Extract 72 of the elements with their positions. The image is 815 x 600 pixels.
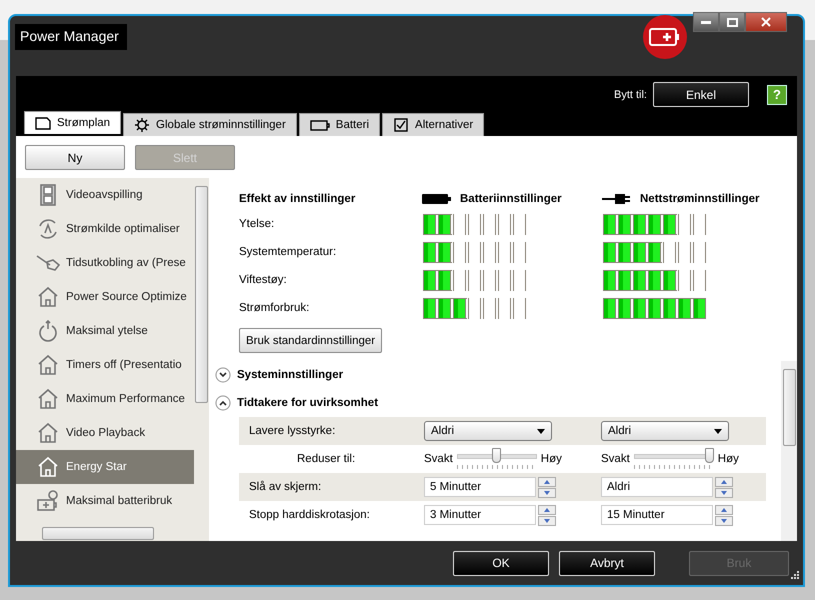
battery-logo-icon xyxy=(642,14,688,60)
slider-high-label: Høy xyxy=(540,453,562,465)
slider-high-label: Høy xyxy=(718,453,739,465)
number-field[interactable]: Aldri xyxy=(601,477,713,497)
plan-item[interactable]: Power Source Optimize xyxy=(16,280,194,314)
plan-item[interactable]: Video Playback xyxy=(16,416,194,450)
window-title: Power Manager xyxy=(15,24,127,50)
minimize-icon xyxy=(701,20,711,24)
plan-item[interactable]: Timers off (Presentatio xyxy=(16,348,194,382)
tab[interactable]: Alternativer xyxy=(382,113,484,136)
house-icon xyxy=(36,285,60,309)
house-icon xyxy=(36,387,60,411)
plan-item[interactable]: Maksimal batteribruk xyxy=(16,484,194,518)
maximize-button[interactable] xyxy=(719,12,745,32)
maximize-icon xyxy=(726,18,738,26)
dropdown[interactable]: Aldri xyxy=(601,421,729,441)
dialog-button[interactable]: OK xyxy=(453,550,549,576)
brightness-slider[interactable] xyxy=(634,448,714,470)
expand-icon xyxy=(215,367,231,383)
setting-label: Slå av skjerm: xyxy=(249,481,322,493)
ac-heading: Nettstrøminnstillinger xyxy=(640,193,760,205)
number-field[interactable]: 5 Minutter xyxy=(424,477,536,497)
resize-grip-icon[interactable] xyxy=(789,571,799,581)
section-header[interactable]: Tidtakere for uvirksomhet xyxy=(215,389,781,417)
house-icon xyxy=(36,455,60,479)
plan-item[interactable]: Videoavspilling xyxy=(16,178,194,212)
page-icon xyxy=(35,116,51,130)
plan-item[interactable]: Tidsutkobling av (Prese xyxy=(16,246,194,280)
tab[interactable]: Globale strøminnstillinger xyxy=(123,113,297,136)
battery-clock-icon xyxy=(36,489,60,513)
plan-item[interactable]: Strømkilde optimaliser xyxy=(16,212,194,246)
house-icon xyxy=(36,421,60,445)
setting-label: Lavere lysstyrke: xyxy=(249,425,336,437)
reset-defaults-button[interactable]: Bruk standardinnstillinger xyxy=(239,328,382,353)
effect-label: Viftestøy: xyxy=(239,274,288,286)
battery-icon xyxy=(422,194,452,204)
scrollbar[interactable] xyxy=(781,361,797,541)
number-field[interactable]: 3 Minutter xyxy=(424,505,536,525)
effect-label: Strømforbruk: xyxy=(239,302,310,314)
plug-icon xyxy=(602,194,632,204)
number-field[interactable]: 15 Minutter xyxy=(601,505,713,525)
collapse-icon xyxy=(215,395,231,411)
minimize-button[interactable] xyxy=(693,12,719,32)
effect-label: Systemtemperatur: xyxy=(239,246,338,258)
switch-mode-button[interactable]: Enkel xyxy=(653,82,749,107)
plan-item[interactable]: Energy Star xyxy=(16,450,194,484)
dropdown[interactable]: Aldri xyxy=(424,421,552,441)
switch-label: Bytt til: xyxy=(614,88,647,100)
setting-label: Reduser til: xyxy=(296,453,356,465)
plan-item[interactable]: Maximum Performance xyxy=(16,382,194,416)
dialog-button[interactable]: Avbryt xyxy=(559,550,655,576)
slider-low-label: Svakt xyxy=(601,453,630,465)
close-icon xyxy=(761,17,771,27)
plan-item[interactable]: Maksimal ytelse xyxy=(16,314,194,348)
house-icon xyxy=(36,353,60,377)
setting-label: Stopp harddiskrotasjon: xyxy=(249,509,371,521)
brightness-slider[interactable] xyxy=(456,448,537,470)
close-button[interactable] xyxy=(745,12,787,32)
battery-heading: Batteriinnstillinger xyxy=(460,193,562,205)
checkbox-icon xyxy=(393,118,410,132)
effects-heading: Effekt av innstillinger xyxy=(239,193,356,205)
caret-icon xyxy=(714,428,722,434)
effect-label: Ytelse: xyxy=(239,218,276,230)
power-icon xyxy=(36,319,60,343)
caret-icon xyxy=(537,428,545,434)
plan-button[interactable]: Ny xyxy=(25,145,125,170)
tab[interactable]: Strømplan xyxy=(24,111,122,134)
slider-low-label: Svakt xyxy=(424,453,453,465)
section-header[interactable]: Systeminnstillinger xyxy=(215,361,781,389)
settings-icon xyxy=(134,118,150,132)
battery-icon xyxy=(310,118,330,132)
tab[interactable]: Batteri xyxy=(298,113,380,136)
